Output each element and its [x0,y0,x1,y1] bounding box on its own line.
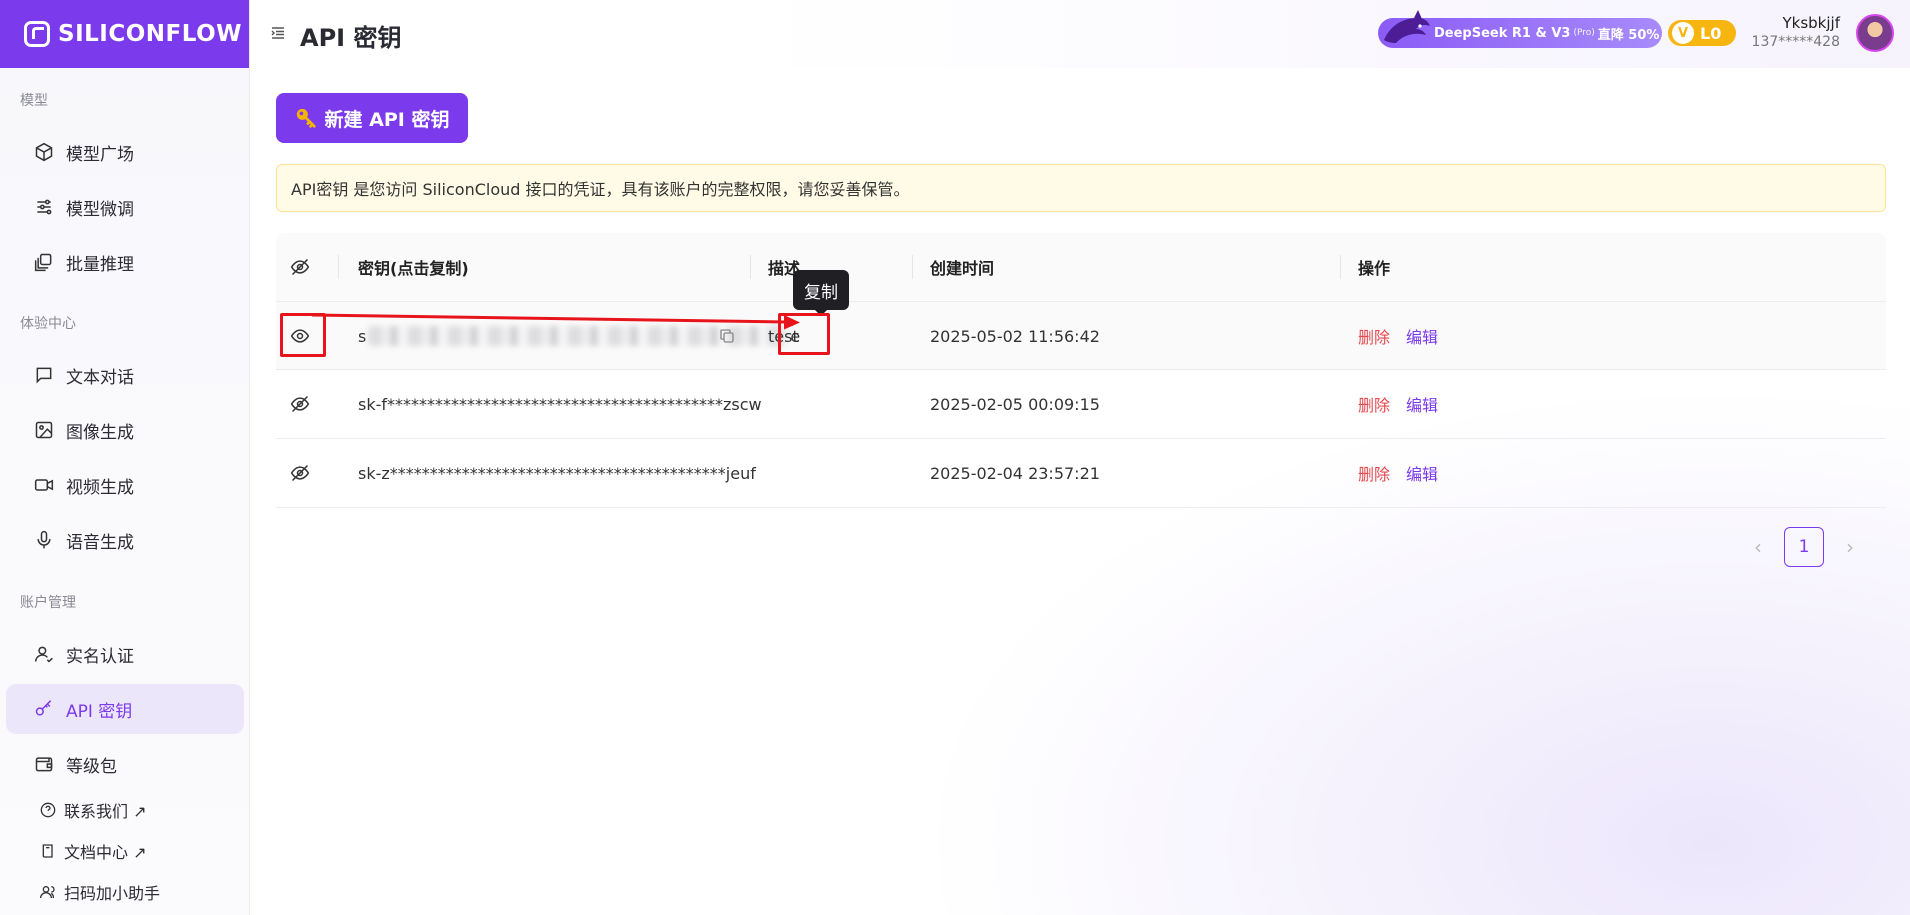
sidebar-item-label: 图像生成 [66,422,134,443]
sidebar-item-model-square[interactable]: 模型广场 [6,127,244,177]
annotation-arrow [312,313,800,330]
sidebar-item-label: 语音生成 [66,532,134,553]
user-check-icon [34,644,54,664]
next-page-icon[interactable]: › [1840,535,1860,559]
help-circle-icon [40,802,56,818]
sidebar-item-verification[interactable]: 实名认证 [6,629,244,679]
delete-key-link[interactable]: 删除 [1358,324,1390,348]
user-phone: 137*****428 [1751,34,1840,50]
main-content: API 密钥 DeepSeek R1 & V3 (Pro) 直降 50% V L… [250,0,1910,915]
nav-section-playground: 体验中心 [20,316,76,332]
pagination: ‹ 1 › [1748,527,1860,567]
sidebar: SILICONFLOW 模型 模型广场 模型微调 批量推理 体验中心 文本对话 … [0,0,250,915]
nav-section-account: 账户管理 [20,595,76,611]
toggle-all-visibility[interactable] [290,233,310,301]
sidebar-item-label: 文本对话 [66,367,134,388]
sidebar-item-api-keys[interactable]: API 密钥 [6,684,244,734]
sidebar-item-docs[interactable]: 文档中心 ↗ [6,832,244,870]
new-api-key-button[interactable]: 新建 API 密钥 [276,93,468,143]
header-key: 密钥(点击复制) [358,259,469,278]
key-icon [34,699,54,719]
avatar[interactable] [1856,14,1894,52]
key-created-time: 2025-02-04 23:57:21 [930,463,1100,483]
siliconflow-logo-icon [24,21,50,47]
brand-bar[interactable]: SILICONFLOW [0,0,249,68]
edit-key-link[interactable]: 编辑 [1406,392,1438,416]
promo-text: DeepSeek R1 & V3 [1434,25,1571,41]
api-keys-table: 密钥(点击复制) 描述 创建时间 操作 s e test 2025-05-02 … [276,233,1886,508]
vip-level-badge[interactable]: V L0 [1668,20,1736,46]
prev-page-icon[interactable]: ‹ [1748,535,1768,559]
sidebar-item-label: 批量推理 [66,254,134,275]
header-actions: 操作 [1358,259,1391,278]
book-icon [40,843,56,859]
sidebar-item-label: 实名认证 [66,646,134,667]
key-created-time: 2025-02-05 00:09:15 [930,394,1100,414]
users-icon [40,884,56,900]
promo-pro-tag: (Pro) [1573,28,1595,38]
sidebar-item-voice-gen[interactable]: 语音生成 [6,515,244,565]
sliders-icon [34,197,54,217]
page-number-current[interactable]: 1 [1784,527,1824,567]
sidebar-item-video-gen[interactable]: 视频生成 [6,460,244,510]
wallet-icon [34,754,54,774]
sidebar-item-label: 模型广场 [66,144,134,165]
table-header: 密钥(点击复制) 描述 创建时间 操作 [276,233,1886,301]
promo-banner[interactable]: DeepSeek R1 & V3 (Pro) 直降 50% [1378,10,1662,48]
promo-discount: 直降 50% [1597,27,1660,43]
topbar: API 密钥 DeepSeek R1 & V3 (Pro) 直降 50% V L… [250,0,1910,68]
sidebar-item-text-chat[interactable]: 文本对话 [6,350,244,400]
sidebar-item-label: 文档中心 ↗ [64,843,147,862]
video-icon [34,475,54,495]
copy-tooltip: 复制 [793,270,849,316]
row-actions: 删除 编辑 [1358,302,1438,370]
sidebar-item-label: 扫码加小助手 [64,884,161,903]
user-name: Yksbkjjf [1782,14,1841,32]
toggle-key-visibility[interactable] [290,370,310,438]
api-key-notice: API密钥 是您访问 SiliconCloud 接口的凭证，具有该账户的完整权限… [276,164,1886,212]
sidebar-item-fine-tune[interactable]: 模型微调 [6,182,244,232]
key-created-time: 2025-05-02 11:56:42 [930,326,1100,346]
whale-icon [1384,10,1430,43]
key-emoji-icon [296,108,316,128]
table-row: sk-z************************************… [276,439,1886,508]
sidebar-item-contact[interactable]: 联系我们 ↗ [6,791,244,829]
chat-icon [34,365,54,385]
vip-level: L0 [1700,23,1722,43]
collapse-sidebar-icon[interactable] [270,25,286,41]
delete-key-link[interactable]: 删除 [1358,392,1390,416]
api-key-value[interactable]: sk-z************************************… [358,439,756,507]
layers-icon [34,252,54,272]
edit-key-link[interactable]: 编辑 [1406,461,1438,485]
sidebar-item-label: 模型微调 [66,199,134,220]
vip-v-icon: V [1672,22,1694,44]
image-icon [34,420,54,440]
api-key-value[interactable]: sk-f************************************… [358,370,762,438]
edit-key-link[interactable]: 编辑 [1406,324,1438,348]
nav-section-models: 模型 [20,93,48,109]
cube-icon [34,142,54,162]
sidebar-item-plans[interactable]: 等级包 [6,739,244,789]
brand-name: SILICONFLOW [58,21,242,47]
header-created: 创建时间 [930,259,995,278]
row-actions: 删除 编辑 [1358,439,1438,507]
table-row: sk-f************************************… [276,370,1886,439]
toggle-key-visibility[interactable] [290,439,310,507]
row-actions: 删除 编辑 [1358,370,1438,438]
sidebar-item-label: 联系我们 ↗ [64,802,147,821]
sidebar-item-label: 等级包 [66,756,117,777]
sidebar-item-label: API 密钥 [66,701,133,722]
new-api-key-label: 新建 API 密钥 [324,108,450,131]
eye-off-icon [290,464,310,482]
delete-key-link[interactable]: 删除 [1358,461,1390,485]
sidebar-item-label: 视频生成 [66,477,134,498]
page-title: API 密钥 [300,24,402,52]
mic-icon [34,530,54,550]
sidebar-item-image-gen[interactable]: 图像生成 [6,405,244,455]
eye-off-icon [290,395,310,413]
sidebar-item-assistant[interactable]: 扫码加小助手 [6,873,244,911]
sidebar-item-batch-inference[interactable]: 批量推理 [6,237,244,287]
eye-off-icon [290,258,310,276]
